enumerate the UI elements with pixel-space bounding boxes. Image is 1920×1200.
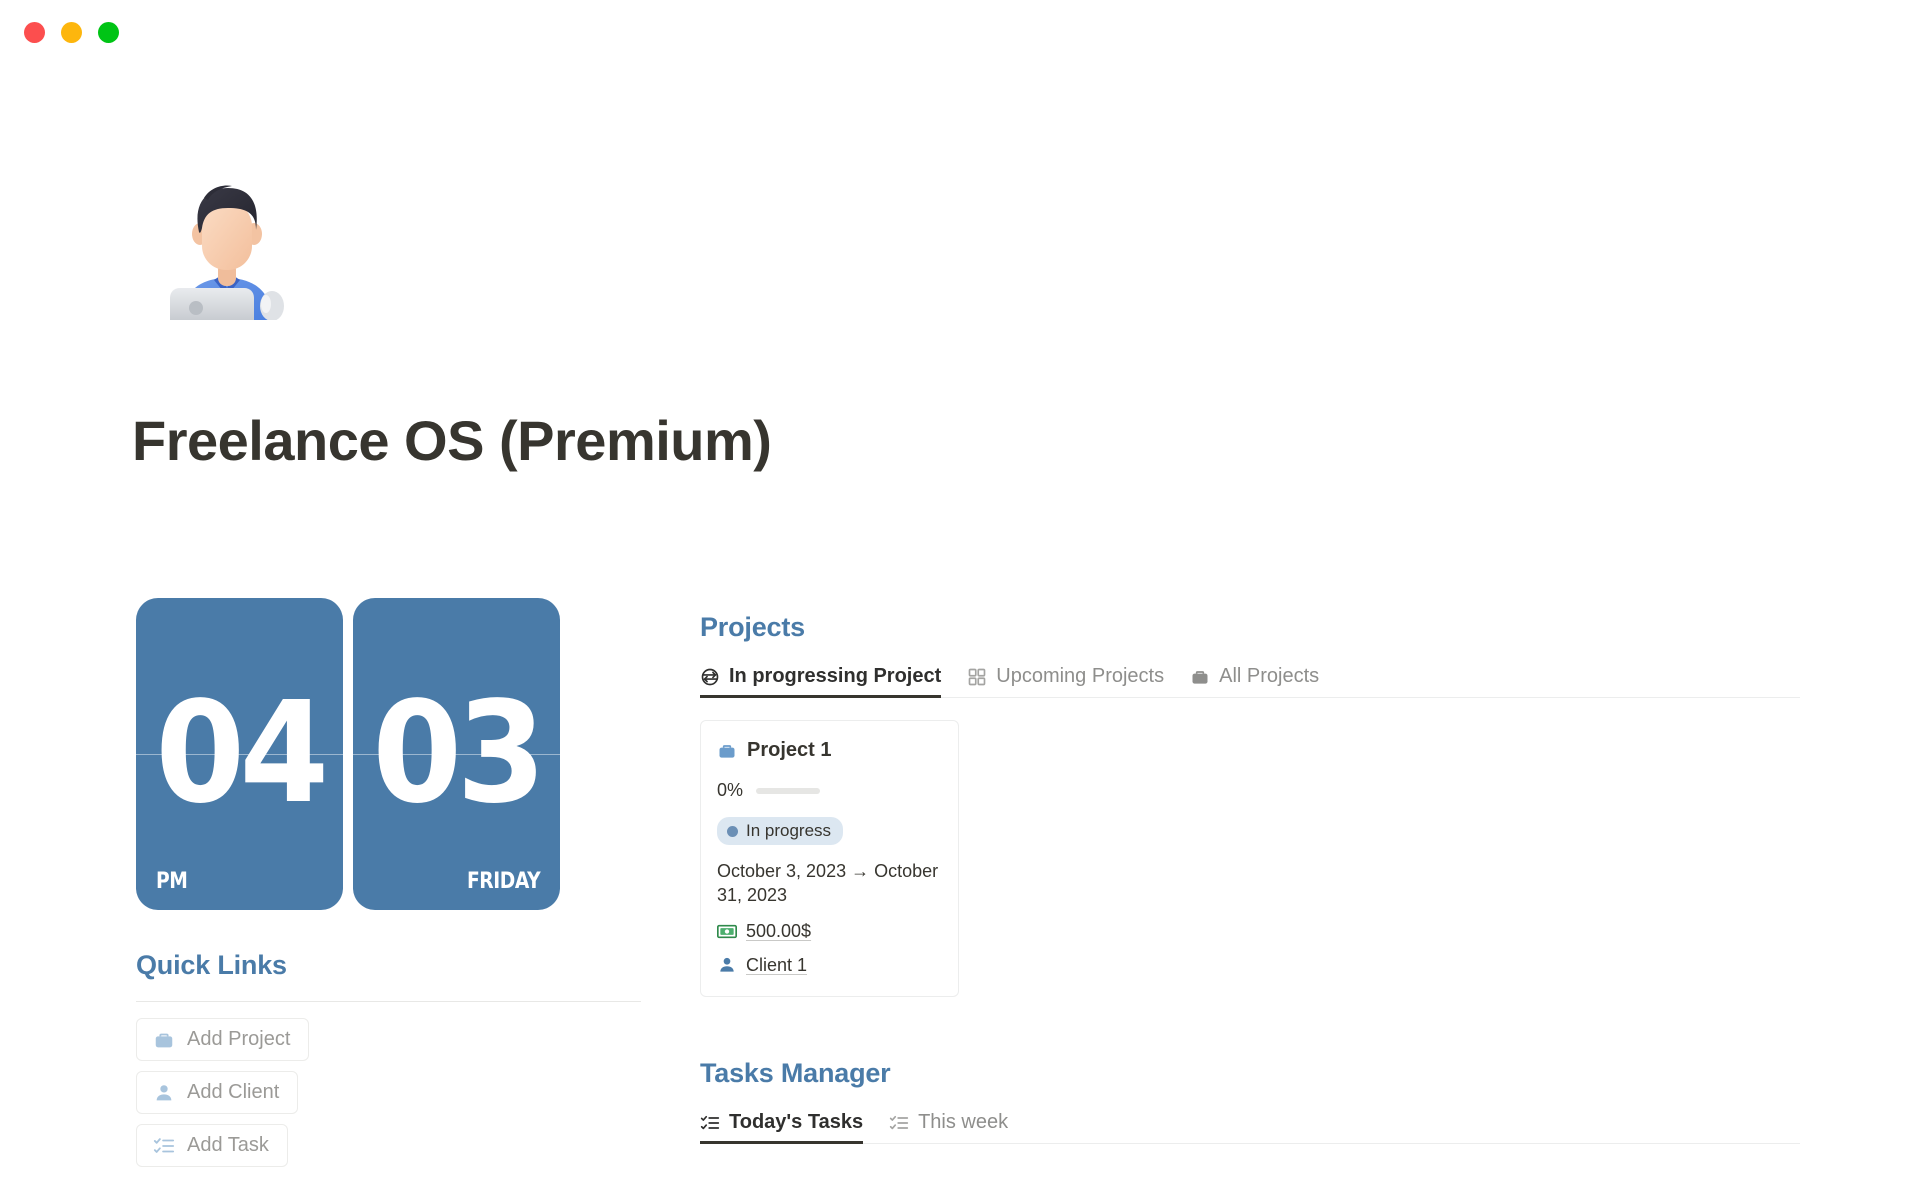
project-amount-row: 500.00$	[717, 921, 942, 942]
minimize-window-button[interactable]	[61, 22, 82, 43]
tab-label: All Projects	[1219, 665, 1320, 687]
briefcase-icon	[153, 1029, 175, 1051]
person-icon	[153, 1082, 175, 1104]
tab-label: Today's Tasks	[729, 1111, 864, 1133]
briefcase-icon	[717, 741, 737, 761]
clock-meridiem: PM	[156, 869, 188, 894]
status-dot-icon	[727, 825, 738, 837]
project-client[interactable]: Client 1	[746, 955, 807, 976]
add-task-button[interactable]: Add Task	[136, 1124, 288, 1167]
tab-label: Upcoming Projects	[996, 665, 1165, 687]
add-project-button[interactable]: Add Project	[136, 1018, 310, 1061]
add-client-button[interactable]: Add Client	[136, 1071, 299, 1114]
tab-all-projects[interactable]: All Projects	[1190, 665, 1319, 698]
tasks-section: Tasks Manager Today's Tasks This week	[700, 1058, 1800, 1144]
projects-section: Projects In progressing Project Upcoming…	[700, 612, 1800, 997]
clock-split-line	[353, 754, 560, 755]
project-date-range: October 3, 2023 → October 31, 2023	[717, 861, 939, 906]
tab-label: In progressing Project	[729, 665, 942, 687]
person-with-laptop-illustration-icon	[170, 185, 284, 320]
checklist-icon	[153, 1135, 175, 1157]
avatar	[152, 170, 302, 320]
tab-todays-tasks[interactable]: Today's Tasks	[700, 1111, 864, 1144]
money-icon	[717, 921, 737, 941]
tab-this-week[interactable]: This week	[889, 1111, 1008, 1144]
project-progress-percent: 0%	[717, 780, 744, 800]
status-badge-label: In progress	[746, 821, 832, 840]
project-card-header: Project 1	[717, 739, 942, 762]
projects-heading: Projects	[700, 612, 805, 642]
quick-links-heading: Quick Links	[136, 950, 287, 980]
clock-card-time: 04 PM	[136, 598, 343, 910]
tasks-tabs-divider	[700, 1143, 1800, 1144]
add-project-label: Add Project	[187, 1028, 291, 1050]
clock-card-date: 03 FRIDAY	[353, 598, 560, 910]
quick-links-divider	[136, 1001, 641, 1002]
tab-upcoming-projects[interactable]: Upcoming Projects	[967, 665, 1164, 698]
person-icon	[717, 955, 737, 975]
tasks-tabs: Today's Tasks This week	[700, 1111, 1800, 1144]
briefcase-icon	[1190, 667, 1210, 687]
projects-tabs: In progressing Project Upcoming Projects	[700, 665, 1800, 698]
projects-card-list: Project 1 0% In progress October 3, 2023…	[700, 720, 1800, 997]
clock-weekday: FRIDAY	[466, 869, 541, 894]
window-controls	[24, 22, 119, 43]
quick-links-buttons: Add Project Add Client Add Task	[136, 1018, 641, 1167]
maximize-window-button[interactable]	[98, 22, 119, 43]
tab-in-progressing-project[interactable]: In progressing Project	[700, 665, 942, 698]
app-page: Freelance OS (Premium) 04 PM 03 FRIDAY Q…	[0, 0, 1920, 1200]
add-task-label: Add Task	[187, 1134, 269, 1156]
quick-links-section: Quick Links Add Project Add Client Add T…	[136, 950, 641, 1167]
status-badge: In progress	[717, 817, 844, 845]
project-client-row: Client 1	[717, 955, 942, 976]
project-card-title: Project 1	[747, 739, 832, 761]
project-card[interactable]: Project 1 0% In progress October 3, 2023…	[700, 720, 959, 997]
clock-split-line	[136, 754, 343, 755]
close-window-button[interactable]	[24, 22, 45, 43]
checklist-icon	[889, 1113, 909, 1133]
project-progress-bar	[756, 787, 821, 794]
grid-icon	[967, 667, 987, 687]
project-amount[interactable]: 500.00$	[746, 921, 811, 942]
page-title: Freelance OS (Premium)	[132, 409, 772, 472]
tab-label: This week	[918, 1111, 1009, 1133]
add-client-label: Add Client	[187, 1081, 280, 1103]
flip-clock: 04 PM 03 FRIDAY	[136, 598, 560, 910]
tasks-heading: Tasks Manager	[700, 1058, 891, 1088]
checklist-icon	[700, 1113, 720, 1133]
project-progress: 0%	[717, 780, 942, 801]
sync-arrows-icon	[700, 667, 720, 687]
